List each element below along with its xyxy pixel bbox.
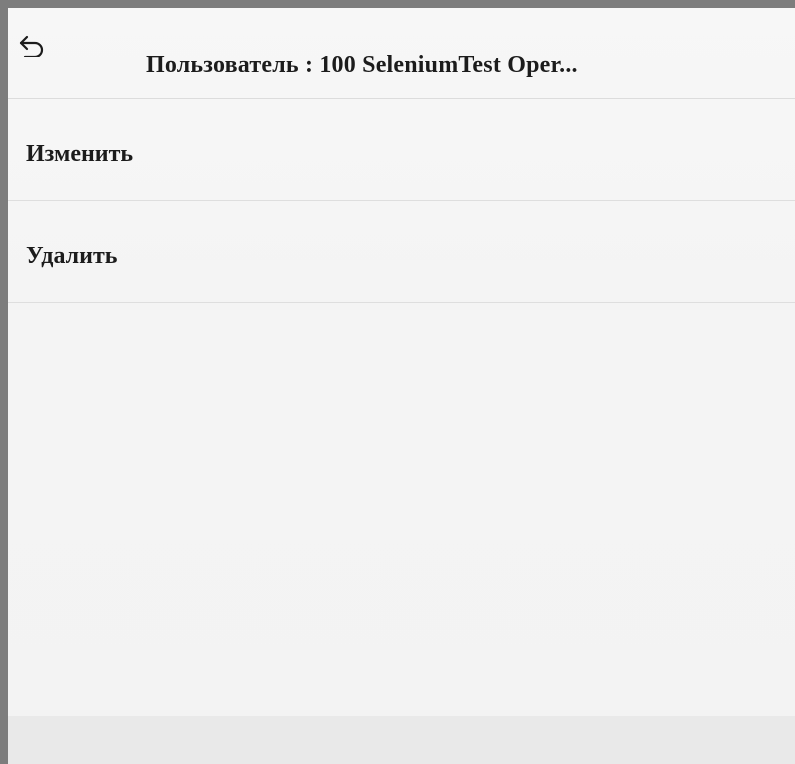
bottom-bar — [8, 716, 795, 764]
header-bar: Пользователь : 100 SeleniumTest Oper... — [8, 8, 795, 99]
back-arrow-icon — [19, 35, 45, 62]
page-title: Пользователь : 100 SeleniumTest Oper... — [146, 52, 578, 78]
device-screen: Пользователь : 100 SeleniumTest Oper... … — [0, 0, 795, 764]
menu-item-edit[interactable]: Изменить — [8, 99, 795, 201]
menu-item-label: Удалить — [26, 243, 118, 269]
back-button[interactable] — [14, 30, 50, 66]
menu-item-label: Изменить — [26, 141, 134, 167]
menu-item-delete[interactable]: Удалить — [8, 201, 795, 303]
